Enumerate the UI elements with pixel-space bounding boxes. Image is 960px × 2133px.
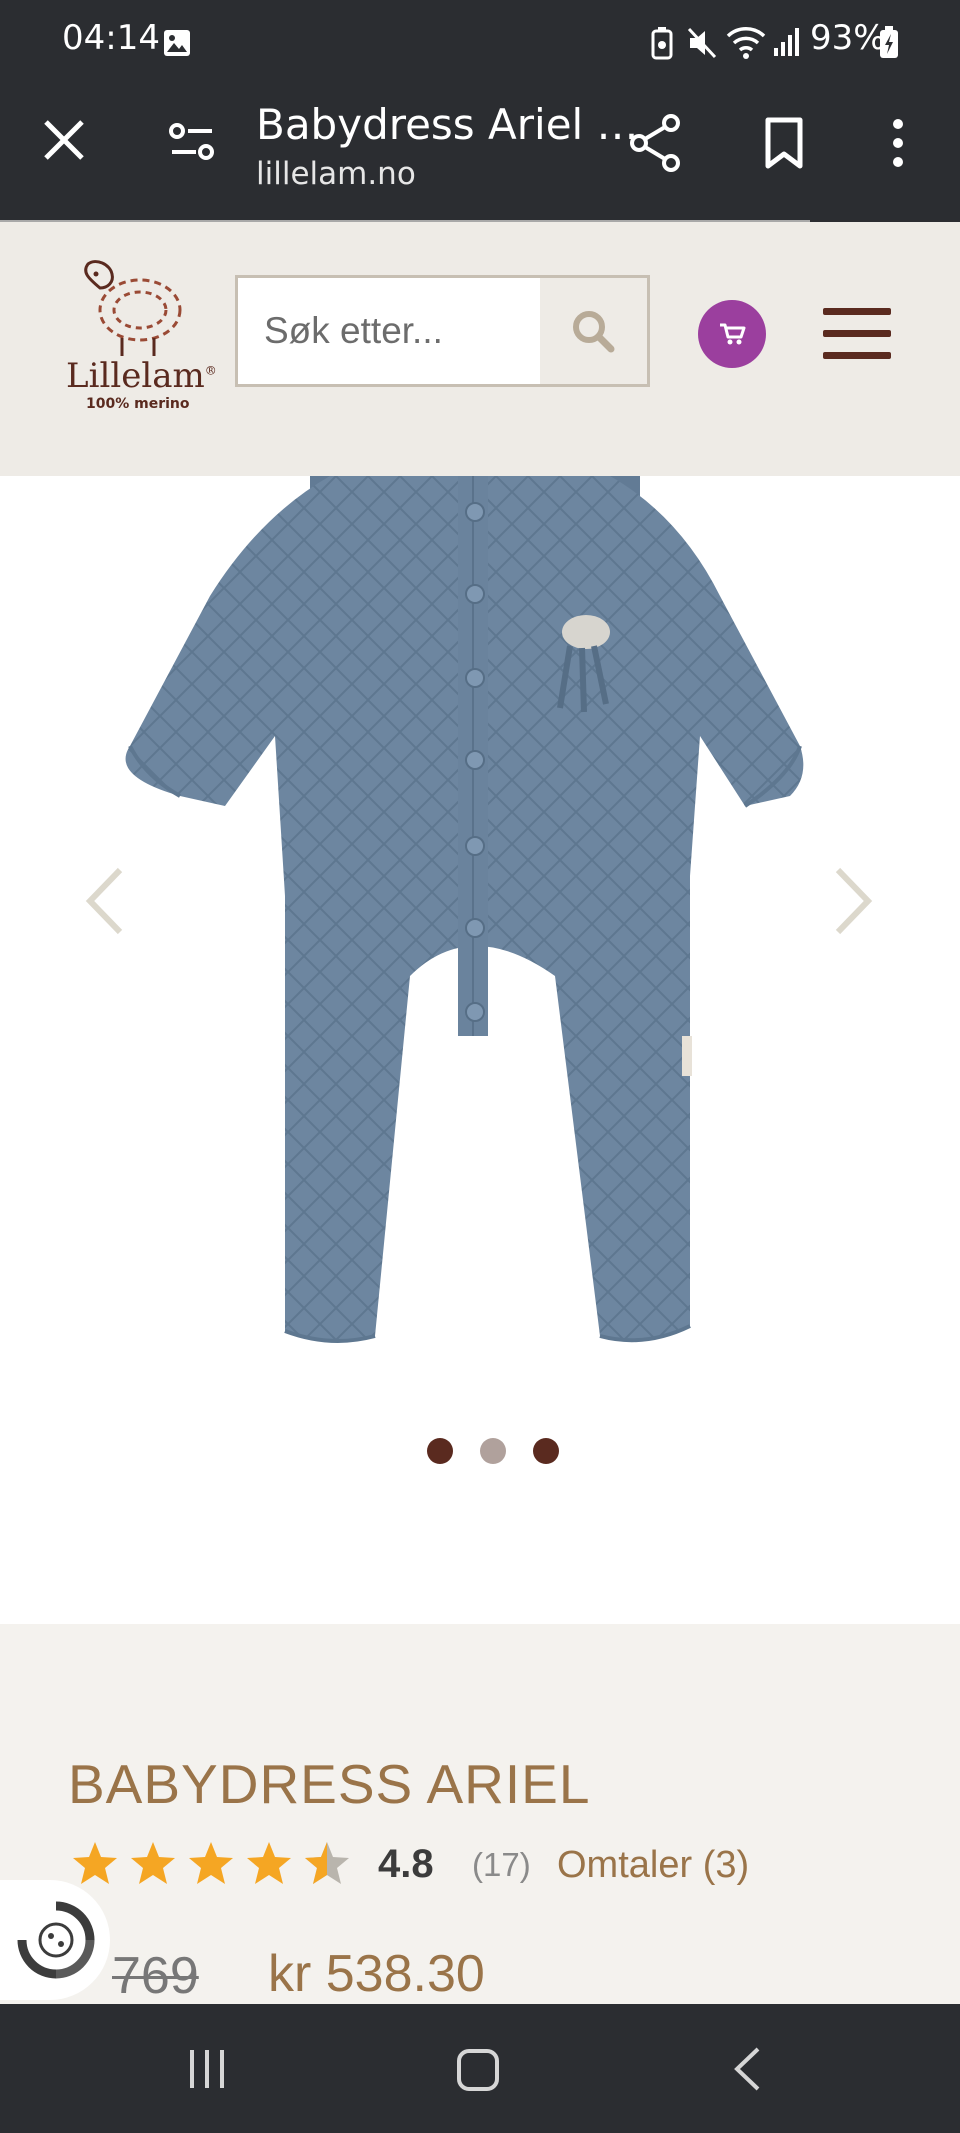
battery-percent: 93%	[810, 18, 886, 58]
star-rating[interactable]	[70, 1840, 352, 1890]
cart-icon	[720, 323, 746, 345]
recent-apps-icon[interactable]	[186, 2048, 228, 2090]
search-button[interactable]	[540, 278, 647, 384]
back-icon[interactable]	[732, 2046, 762, 2092]
star-icon	[189, 1842, 233, 1884]
status-bar: 04:14 93%	[0, 0, 960, 86]
mute-icon	[687, 27, 717, 59]
search-input[interactable]	[238, 278, 540, 384]
site-logo[interactable]: Lillelam® 100% merino	[60, 258, 217, 418]
bookmark-icon[interactable]	[762, 116, 806, 170]
browser-toolbar: Babydress Ariel … lillelam.no	[0, 86, 960, 222]
menu-bar	[823, 330, 891, 337]
menu-button[interactable]	[823, 308, 893, 360]
product-info: BABYDRESS ARIEL 4.8 (17) Omtaler (3) 769…	[0, 1624, 960, 2005]
old-price: 769	[112, 1947, 199, 2005]
page-url[interactable]: lillelam.no	[256, 156, 416, 192]
product-image-carousel	[0, 476, 960, 1624]
battery-saver-icon	[651, 27, 673, 60]
cart-button[interactable]	[698, 300, 766, 368]
menu-bar	[823, 352, 891, 359]
product-title: BABYDRESS ARIEL	[68, 1753, 591, 1815]
star-icon	[131, 1842, 175, 1884]
site-settings-icon[interactable]	[168, 122, 216, 162]
star-icon	[73, 1842, 117, 1884]
gallery-notification-icon	[164, 30, 190, 56]
rating-count: (17)	[472, 1846, 531, 1883]
carousel-dot[interactable]	[427, 1438, 453, 1464]
reviews-link[interactable]: Omtaler (3)	[557, 1844, 749, 1887]
sheep-logo-icon	[84, 260, 182, 356]
status-time: 04:14	[62, 18, 160, 58]
more-options-icon[interactable]	[888, 118, 908, 168]
menu-bar	[823, 308, 891, 315]
logo-tagline: 100% merino	[86, 396, 190, 412]
recycle-widget-icon	[17, 1901, 95, 1979]
chevron-right-icon[interactable]	[832, 866, 874, 936]
sale-price: kr 538.30	[268, 1945, 485, 2003]
home-icon[interactable]	[456, 2048, 500, 2092]
signal-icon	[774, 28, 799, 56]
share-icon[interactable]	[629, 114, 683, 172]
search-icon	[573, 311, 615, 353]
battery-charging-icon	[880, 26, 898, 58]
rating-value: 4.8	[378, 1842, 434, 1886]
star-icon	[247, 1842, 291, 1884]
site-header: Lillelam® 100% merino	[0, 222, 960, 476]
logo-name: Lillelam®	[66, 356, 217, 396]
page-title[interactable]: Babydress Ariel …	[256, 100, 639, 149]
close-icon[interactable]	[40, 116, 88, 164]
wifi-icon	[726, 27, 766, 59]
carousel-dot[interactable]	[533, 1438, 559, 1464]
system-navigation-bar	[0, 2004, 960, 2133]
chevron-left-icon[interactable]	[84, 866, 126, 936]
search-box	[235, 275, 650, 387]
product-image[interactable]	[0, 476, 960, 1376]
half-star-icon	[305, 1842, 349, 1884]
carousel-dot-active[interactable]	[480, 1438, 506, 1464]
